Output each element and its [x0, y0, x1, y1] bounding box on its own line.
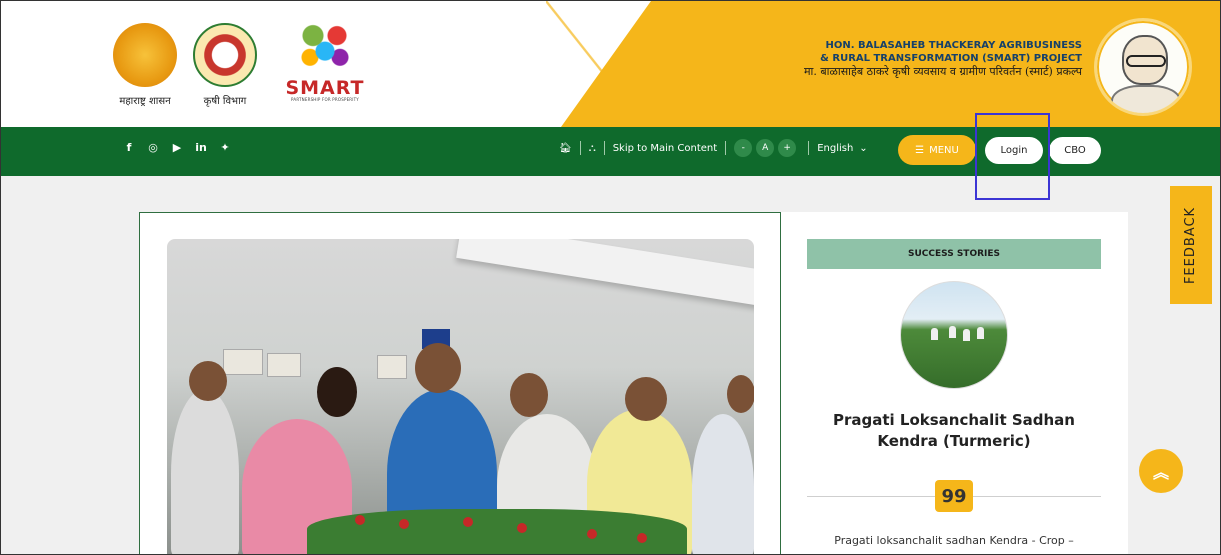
feedback-tab[interactable]: FEEDBACK [1170, 186, 1212, 304]
login-highlight-box [975, 113, 1050, 200]
font-normal-button[interactable]: A [756, 139, 775, 157]
project-title: HON. BALASAHEB THACKERAY AGRIBUSINESS & … [804, 39, 1082, 78]
site-header: महाराष्ट्र शासन कृषी विभाग SMART PARTNER… [1, 1, 1220, 127]
success-stories-heading: SUCCESS STORIES [807, 239, 1101, 269]
success-story-title[interactable]: Pragati Loksanchalit Sadhan Kendra (Turm… [807, 410, 1101, 452]
language-value: English [817, 142, 854, 154]
menu-label: MENU [929, 144, 959, 156]
feedback-label: FEEDBACK [1183, 206, 1199, 284]
social-links: f ◎ ▶ in ✦ [123, 141, 231, 154]
success-story-photo[interactable] [900, 281, 1008, 389]
twitter-icon[interactable]: ✦ [219, 141, 231, 154]
balasaheb-portrait [1094, 18, 1192, 116]
chevron-down-icon: ⌄ [859, 142, 868, 154]
smart-tree-icon [295, 17, 355, 79]
maharashtra-govt-logo[interactable]: महाराष्ट्र शासन [107, 23, 183, 107]
smart-project-logo[interactable]: SMART PARTNERSHIP FOR PROSPERITY [285, 17, 365, 102]
skip-to-main-link[interactable]: Skip to Main Content [613, 143, 717, 154]
scroll-to-top-button[interactable]: ︽ [1139, 449, 1183, 493]
smart-brand-text: SMART [285, 77, 365, 99]
project-title-marathi: मा. बाळासाहेब ठाकरे कृषी व्यवसाय व ग्राम… [803, 65, 1082, 78]
font-increase-button[interactable]: + [778, 139, 797, 157]
linkedin-icon[interactable]: in [195, 141, 207, 154]
font-decrease-button[interactable]: - [734, 139, 753, 157]
menu-button[interactable]: ☰ MENU [898, 135, 976, 165]
instagram-icon[interactable]: ◎ [147, 141, 159, 154]
logo-caption: कृषी विभाग [203, 96, 247, 107]
home-icon[interactable]: 🏠︎ [559, 143, 572, 154]
success-story-excerpt: Pragati loksanchalit sadhan Kendra - Cro… [834, 534, 1074, 547]
success-stories-panel: SUCCESS STORIES Pragati Loksanchalit Sad… [781, 212, 1128, 554]
glasses-icon [1126, 55, 1166, 67]
language-select[interactable]: English ⌄ [817, 143, 868, 154]
agriculture-dept-logo[interactable]: कृषी विभाग [189, 23, 261, 107]
quote-icon: 99 [935, 480, 973, 512]
accessibility-tools: 🏠︎ ⛬ Skip to Main Content - A + English … [559, 139, 868, 157]
state-emblem-icon [113, 23, 177, 87]
project-title-line2: & RURAL TRANSFORMATION (SMART) PROJECT [820, 53, 1082, 64]
smart-tagline: PARTNERSHIP FOR PROSPERITY [291, 97, 359, 102]
facebook-icon[interactable]: f [123, 141, 135, 154]
featured-panel [139, 212, 781, 554]
project-title-line1: HON. BALASAHEB THACKERAY AGRIBUSINESS [825, 40, 1082, 51]
featured-photo [167, 239, 754, 554]
youtube-icon[interactable]: ▶ [171, 141, 183, 154]
agriculture-dept-emblem-icon [193, 23, 257, 87]
logo-caption: महाराष्ट्र शासन [119, 96, 171, 107]
hamburger-icon: ☰ [915, 144, 925, 156]
cbo-button[interactable]: CBO [1049, 137, 1101, 164]
double-chevron-up-icon: ︽ [1152, 463, 1169, 482]
page: महाराष्ट्र शासन कृषी विभाग SMART PARTNER… [0, 0, 1221, 555]
sitemap-icon[interactable]: ⛬ [589, 143, 596, 154]
